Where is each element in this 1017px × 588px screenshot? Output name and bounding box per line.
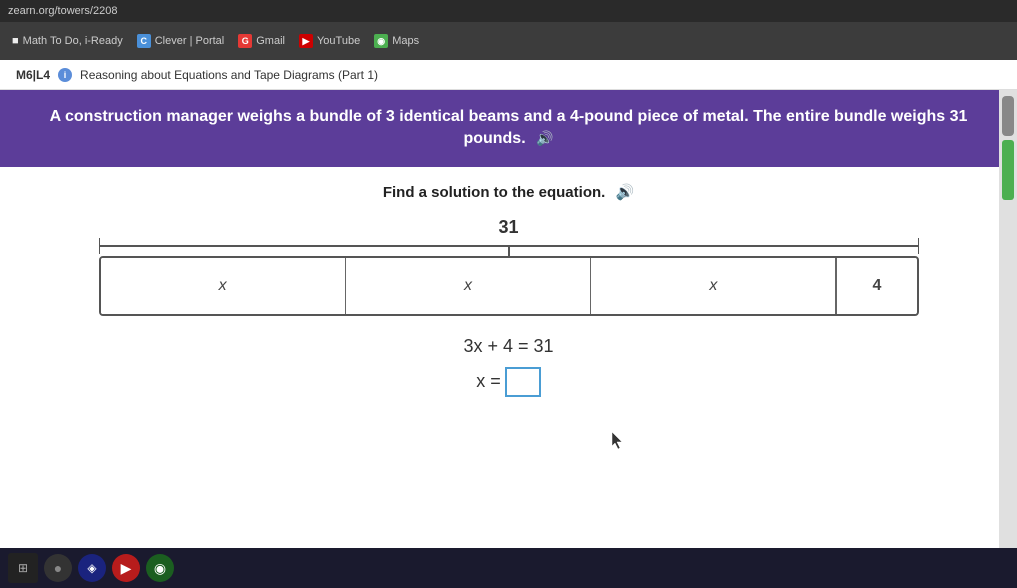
find-solution-text: Find a solution to the equation. 🔊 [40, 183, 977, 201]
tab-gmail-icon: G [238, 34, 252, 48]
instruction-speaker-icon[interactable]: 🔊 [615, 184, 634, 201]
url-bar: zearn.org/towers/2208 [0, 0, 1017, 22]
answer-input[interactable] [505, 367, 541, 397]
tab-math-icon: ■ [12, 35, 19, 47]
main-content: Find a solution to the equation. 🔊 31 [0, 167, 1017, 548]
tape-cell-x2-label: x [464, 277, 472, 295]
cursor-pointer [610, 430, 626, 455]
tape-row: x x x 4 [99, 256, 919, 316]
taskbar-icon-4[interactable]: ▶ [112, 554, 140, 582]
tape-cell-x1: x [101, 258, 346, 314]
taskbar-icon-3[interactable]: ◈ [78, 554, 106, 582]
tab-youtube-icon: ▶ [299, 34, 313, 48]
scrollbar[interactable] [999, 90, 1017, 548]
tab-math-todo[interactable]: ■ Math To Do, i-Ready [8, 33, 127, 49]
x-equals-line: x = [40, 367, 977, 397]
lesson-header: M6|L4 i Reasoning about Equations and Ta… [0, 60, 1017, 90]
taskbar-icon-4-symbol: ▶ [121, 560, 132, 577]
tape-cell-4-label: 4 [873, 277, 882, 295]
taskbar-icon-5[interactable]: ◉ [146, 554, 174, 582]
tape-cell-x3: x [591, 258, 836, 314]
tab-gmail[interactable]: G Gmail [234, 32, 289, 50]
page-content: M6|L4 i Reasoning about Equations and Ta… [0, 60, 1017, 548]
taskbar: ⊞ ● ◈ ▶ ◉ [0, 548, 1017, 588]
tab-maps[interactable]: ◉ Maps [370, 32, 423, 50]
scroll-thumb[interactable] [1002, 96, 1014, 136]
url-text: zearn.org/towers/2208 [8, 5, 117, 17]
tape-cell-4: 4 [836, 258, 916, 314]
lesson-code: M6|L4 [16, 68, 50, 82]
x-equals-label: x = [476, 371, 501, 392]
scroll-green-indicator [1002, 140, 1014, 200]
tape-cell-x1-label: x [219, 277, 227, 295]
equation-display: 3x + 4 = 31 [40, 336, 977, 357]
tab-clever[interactable]: C Clever | Portal [133, 32, 229, 50]
tab-gmail-label: Gmail [256, 35, 285, 47]
lesson-info-icon[interactable]: i [58, 68, 72, 82]
taskbar-icon-1[interactable]: ⊞ [8, 553, 38, 583]
tape-cell-x2: x [346, 258, 591, 314]
tab-youtube-label: YouTube [317, 35, 360, 47]
equation-area: 3x + 4 = 31 x = [40, 336, 977, 397]
tab-maps-icon: ◉ [374, 34, 388, 48]
question-area: A construction manager weighs a bundle o… [0, 90, 1017, 548]
tab-youtube[interactable]: ▶ YouTube [295, 32, 364, 50]
tab-bar: ■ Math To Do, i-Ready C Clever | Portal … [0, 22, 1017, 60]
taskbar-icon-1-symbol: ⊞ [18, 561, 28, 575]
taskbar-icon-2[interactable]: ● [44, 554, 72, 582]
banner-speaker-icon[interactable]: 🔊 [536, 129, 553, 149]
purple-banner: A construction manager weighs a bundle o… [0, 90, 1017, 167]
taskbar-icon-2-symbol: ● [54, 560, 62, 576]
brace-svg [99, 238, 919, 256]
tape-diagram-container: 31 x [99, 217, 919, 316]
taskbar-icon-5-symbol: ◉ [154, 560, 166, 577]
tab-clever-label: Clever | Portal [155, 35, 225, 47]
tape-cell-x3-label: x [709, 277, 717, 295]
tab-maps-label: Maps [392, 35, 419, 47]
taskbar-icon-3-symbol: ◈ [87, 561, 96, 575]
tab-math-label: Math To Do, i-Ready [23, 35, 123, 47]
lesson-title: Reasoning about Equations and Tape Diagr… [80, 68, 378, 82]
total-value-label: 31 [99, 217, 919, 238]
browser-chrome: zearn.org/towers/2208 ■ Math To Do, i-Re… [0, 0, 1017, 60]
tab-clever-icon: C [137, 34, 151, 48]
banner-text: A construction manager weighs a bundle o… [50, 108, 968, 147]
instruction-text: Find a solution to the equation. [383, 184, 605, 201]
